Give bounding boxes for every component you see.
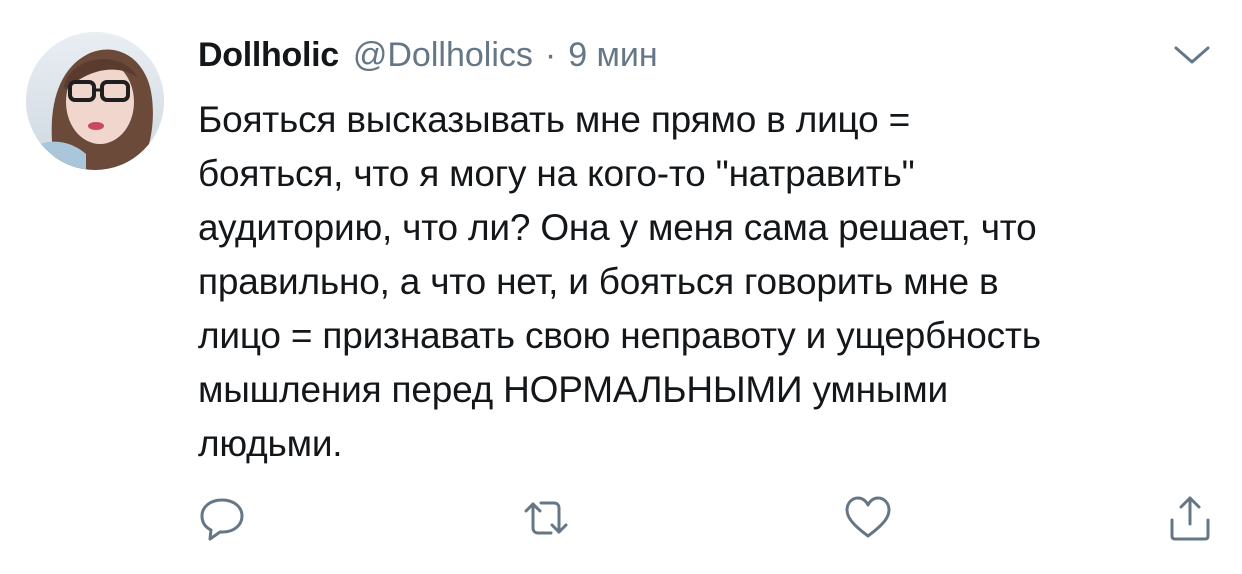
retweet-icon bbox=[524, 501, 568, 535]
tweet-text-line: лицо = признавать свою неправоту и ущерб… bbox=[198, 315, 1041, 356]
tweet-text-line: Бояться высказывать мне прямо в лицо = bbox=[198, 99, 911, 140]
avatar[interactable] bbox=[26, 32, 164, 170]
timestamp[interactable]: 9 мин bbox=[568, 36, 658, 75]
chevron-down-icon[interactable] bbox=[1172, 42, 1212, 68]
tweet-text-line: бояться, что я могу на кого-то "натравит… bbox=[198, 153, 915, 194]
share-button[interactable] bbox=[1164, 492, 1216, 544]
avatar-photo bbox=[26, 32, 164, 170]
like-button[interactable] bbox=[842, 492, 894, 544]
tweet-text-line: аудиторию, что ли? Она у меня сама решае… bbox=[198, 207, 1037, 248]
display-name[interactable]: Dollholic bbox=[198, 36, 339, 75]
separator-dot: · bbox=[544, 36, 557, 74]
tweet-text-line: правильно, а что нет, и бояться говорить… bbox=[198, 261, 999, 302]
tweet: Dollholic @Dollholics · 9 мин Бояться вы… bbox=[0, 0, 1242, 574]
tweet-header: Dollholic @Dollholics · 9 мин bbox=[198, 36, 658, 82]
user-handle[interactable]: @Dollholics bbox=[353, 36, 533, 75]
tweet-text-line: мышления перед НОРМАЛЬНЫМИ умными bbox=[198, 369, 948, 410]
tweet-text-line: людьми. bbox=[198, 423, 343, 464]
heart-icon bbox=[845, 496, 891, 538]
reply-icon bbox=[200, 498, 244, 541]
tweet-text: Бояться высказывать мне прямо в лицо = б… bbox=[198, 93, 1228, 471]
retweet-button[interactable] bbox=[520, 492, 572, 544]
reply-button[interactable] bbox=[196, 492, 248, 544]
share-icon bbox=[1170, 496, 1210, 541]
